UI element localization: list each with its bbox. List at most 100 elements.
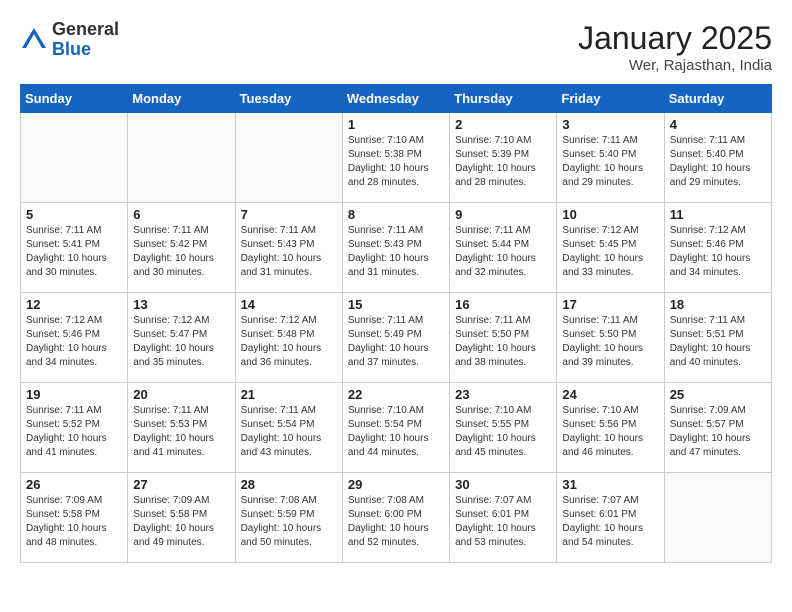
day-number: 6: [133, 207, 229, 222]
calendar-cell: 25 Sunrise: 7:09 AMSunset: 5:57 PMDayligh…: [664, 383, 771, 473]
day-info: Sunrise: 7:11 AMSunset: 5:49 PMDaylight:…: [348, 314, 444, 370]
calendar-header-monday: Monday: [128, 85, 235, 113]
day-number: 23: [455, 387, 551, 402]
day-info: Sunrise: 7:11 AMSunset: 5:42 PMDaylight:…: [133, 224, 229, 280]
calendar-header-tuesday: Tuesday: [235, 85, 342, 113]
day-info: Sunrise: 7:11 AMSunset: 5:40 PMDaylight:…: [670, 134, 766, 190]
day-info: Sunrise: 7:09 AMSunset: 5:58 PMDaylight:…: [133, 494, 229, 550]
calendar-header-row: SundayMondayTuesdayWednesdayThursdayFrid…: [21, 85, 772, 113]
calendar-table: SundayMondayTuesdayWednesdayThursdayFrid…: [20, 84, 772, 563]
calendar-cell: 8 Sunrise: 7:11 AMSunset: 5:43 PMDaylight…: [342, 203, 449, 293]
calendar-cell: 14Sunrise: 7:12 AMSunset: 5:48 PMDayligh…: [235, 293, 342, 383]
calendar-header-thursday: Thursday: [450, 85, 557, 113]
day-info: Sunrise: 7:12 AMSunset: 5:47 PMDaylight:…: [133, 314, 229, 370]
day-number: 24: [562, 387, 658, 402]
day-info: Sunrise: 7:12 AMSunset: 5:48 PMDaylight:…: [241, 314, 337, 370]
calendar-cell: [21, 113, 128, 203]
page-header: General Blue January 2025 Wer, Rajasthan…: [20, 20, 772, 74]
calendar-title: January 2025: [578, 20, 772, 57]
day-info: Sunrise: 7:11 AMSunset: 5:54 PMDaylight:…: [241, 404, 337, 460]
day-number: 30: [455, 477, 551, 492]
calendar-header-sunday: Sunday: [21, 85, 128, 113]
day-info: Sunrise: 7:10 AMSunset: 5:39 PMDaylight:…: [455, 134, 551, 190]
calendar-header-wednesday: Wednesday: [342, 85, 449, 113]
day-info: Sunrise: 7:10 AMSunset: 5:55 PMDaylight:…: [455, 404, 551, 460]
calendar-cell: 2 Sunrise: 7:10 AMSunset: 5:39 PMDaylight…: [450, 113, 557, 203]
calendar-cell: 11 Sunrise: 7:12 AMSunset: 5:46 PMDayligh…: [664, 203, 771, 293]
day-number: 1: [348, 117, 444, 132]
day-number: 25: [670, 387, 766, 402]
calendar-cell: 22 Sunrise: 7:10 AMSunset: 5:54 PMDayligh…: [342, 383, 449, 473]
calendar-cell: 18 Sunrise: 7:11 AMSunset: 5:51 PMDayligh…: [664, 293, 771, 383]
day-number: 21: [241, 387, 337, 402]
calendar-cell: 4 Sunrise: 7:11 AMSunset: 5:40 PMDaylight…: [664, 113, 771, 203]
day-number: 28: [241, 477, 337, 492]
day-info: Sunrise: 7:11 AMSunset: 5:53 PMDaylight:…: [133, 404, 229, 460]
day-info: Sunrise: 7:10 AMSunset: 5:54 PMDaylight:…: [348, 404, 444, 460]
logo-text: General Blue: [52, 20, 119, 60]
day-info: Sunrise: 7:11 AMSunset: 5:43 PMDaylight:…: [348, 224, 444, 280]
title-block: January 2025 Wer, Rajasthan, India: [578, 20, 772, 74]
day-info: Sunrise: 7:11 AMSunset: 5:50 PMDaylight:…: [455, 314, 551, 370]
calendar-cell: [664, 473, 771, 563]
day-number: 8: [348, 207, 444, 222]
calendar-cell: 21 Sunrise: 7:11 AMSunset: 5:54 PMDayligh…: [235, 383, 342, 473]
day-info: Sunrise: 7:11 AMSunset: 5:44 PMDaylight:…: [455, 224, 551, 280]
day-number: 22: [348, 387, 444, 402]
calendar-week-row: 19 Sunrise: 7:11 AMSunset: 5:52 PMDayligh…: [21, 383, 772, 473]
day-info: Sunrise: 7:12 AMSunset: 5:46 PMDaylight:…: [670, 224, 766, 280]
calendar-cell: 13 Sunrise: 7:12 AMSunset: 5:47 PMDayligh…: [128, 293, 235, 383]
calendar-cell: 27 Sunrise: 7:09 AMSunset: 5:58 PMDayligh…: [128, 473, 235, 563]
day-info: Sunrise: 7:11 AMSunset: 5:43 PMDaylight:…: [241, 224, 337, 280]
day-info: Sunrise: 7:07 AMSunset: 6:01 PMDaylight:…: [562, 494, 658, 550]
day-number: 15: [348, 297, 444, 312]
calendar-cell: 26 Sunrise: 7:09 AMSunset: 5:58 PMDayligh…: [21, 473, 128, 563]
day-number: 4: [670, 117, 766, 132]
calendar-header-saturday: Saturday: [664, 85, 771, 113]
day-number: 9: [455, 207, 551, 222]
day-number: 17: [562, 297, 658, 312]
calendar-cell: 24 Sunrise: 7:10 AMSunset: 5:56 PMDayligh…: [557, 383, 664, 473]
day-number: 2: [455, 117, 551, 132]
day-info: Sunrise: 7:11 AMSunset: 5:41 PMDaylight:…: [26, 224, 122, 280]
day-number: 7: [241, 207, 337, 222]
day-info: Sunrise: 7:09 AMSunset: 5:58 PMDaylight:…: [26, 494, 122, 550]
calendar-cell: 12Sunrise: 7:12 AMSunset: 5:46 PMDayligh…: [21, 293, 128, 383]
day-number: 5: [26, 207, 122, 222]
day-info: Sunrise: 7:11 AMSunset: 5:51 PMDaylight:…: [670, 314, 766, 370]
calendar-cell: 15 Sunrise: 7:11 AMSunset: 5:49 PMDayligh…: [342, 293, 449, 383]
day-number: 29: [348, 477, 444, 492]
calendar-week-row: 1 Sunrise: 7:10 AMSunset: 5:38 PMDaylight…: [21, 113, 772, 203]
day-number: 13: [133, 297, 229, 312]
day-number: 3: [562, 117, 658, 132]
day-info: Sunrise: 7:10 AMSunset: 5:56 PMDaylight:…: [562, 404, 658, 460]
calendar-cell: 28Sunrise: 7:08 AMSunset: 5:59 PMDayligh…: [235, 473, 342, 563]
calendar-cell: 31Sunrise: 7:07 AMSunset: 6:01 PMDayligh…: [557, 473, 664, 563]
day-info: Sunrise: 7:10 AMSunset: 5:38 PMDaylight:…: [348, 134, 444, 190]
day-number: 20: [133, 387, 229, 402]
calendar-header-friday: Friday: [557, 85, 664, 113]
logo-icon: [20, 26, 48, 54]
logo: General Blue: [20, 20, 119, 60]
day-info: Sunrise: 7:07 AMSunset: 6:01 PMDaylight:…: [455, 494, 551, 550]
calendar-cell: 16Sunrise: 7:11 AMSunset: 5:50 PMDayligh…: [450, 293, 557, 383]
day-info: Sunrise: 7:09 AMSunset: 5:57 PMDaylight:…: [670, 404, 766, 460]
day-info: Sunrise: 7:12 AMSunset: 5:45 PMDaylight:…: [562, 224, 658, 280]
logo-blue: Blue: [52, 40, 119, 60]
calendar-cell: [128, 113, 235, 203]
day-number: 11: [670, 207, 766, 222]
calendar-week-row: 12Sunrise: 7:12 AMSunset: 5:46 PMDayligh…: [21, 293, 772, 383]
day-info: Sunrise: 7:08 AMSunset: 6:00 PMDaylight:…: [348, 494, 444, 550]
day-info: Sunrise: 7:11 AMSunset: 5:52 PMDaylight:…: [26, 404, 122, 460]
calendar-cell: 9 Sunrise: 7:11 AMSunset: 5:44 PMDaylight…: [450, 203, 557, 293]
day-number: 19: [26, 387, 122, 402]
calendar-cell: 29 Sunrise: 7:08 AMSunset: 6:00 PMDayligh…: [342, 473, 449, 563]
day-number: 18: [670, 297, 766, 312]
calendar-cell: 5 Sunrise: 7:11 AMSunset: 5:41 PMDaylight…: [21, 203, 128, 293]
calendar-cell: 1 Sunrise: 7:10 AMSunset: 5:38 PMDaylight…: [342, 113, 449, 203]
calendar-location: Wer, Rajasthan, India: [578, 57, 772, 74]
calendar-cell: 23 Sunrise: 7:10 AMSunset: 5:55 PMDayligh…: [450, 383, 557, 473]
day-number: 27: [133, 477, 229, 492]
calendar-cell: 17Sunrise: 7:11 AMSunset: 5:50 PMDayligh…: [557, 293, 664, 383]
day-number: 26: [26, 477, 122, 492]
